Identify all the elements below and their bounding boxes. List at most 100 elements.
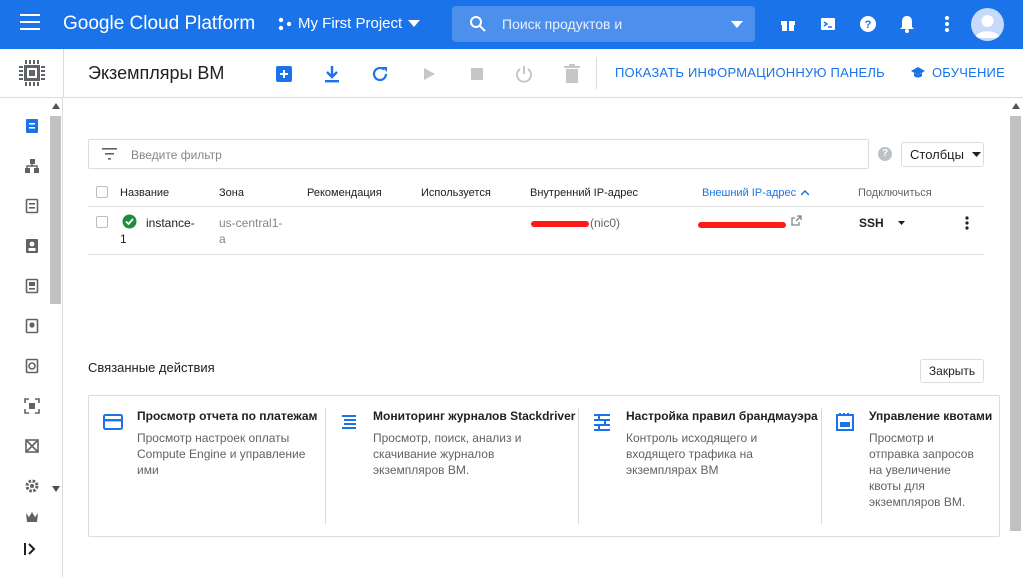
refresh-icon[interactable]	[369, 63, 391, 85]
header-recommendation[interactable]: Рекомендация	[307, 187, 382, 199]
main-scroll-thumb[interactable]	[1010, 116, 1021, 531]
create-instance-icon[interactable]	[273, 63, 295, 85]
expand-sidebar-icon[interactable]	[24, 542, 38, 560]
learn-button[interactable]: ОБУЧЕНИЕ	[910, 65, 1005, 80]
filter-input[interactable]	[131, 146, 631, 164]
left-nav	[0, 98, 63, 577]
app-title[interactable]: Google Cloud Platform	[63, 13, 255, 35]
instance-name-link-cont[interactable]: 1	[120, 231, 127, 247]
stop-icon[interactable]	[466, 63, 488, 85]
header-in-use[interactable]: Используется	[421, 187, 491, 199]
header-zone[interactable]: Зона	[219, 187, 244, 199]
internal-ip-redaction	[531, 221, 589, 227]
ssh-options-chevron-icon[interactable]	[898, 221, 905, 226]
sidebar-item-tpus[interactable]	[22, 436, 42, 456]
learn-label: ОБУЧЕНИЕ	[932, 65, 1005, 80]
header-internal-ip[interactable]: Внутренний IP-адрес	[530, 187, 638, 199]
sidebar-item-settings[interactable]	[22, 476, 42, 496]
search-bar[interactable]	[452, 6, 755, 42]
svg-text:?: ?	[865, 19, 872, 31]
sidebar-divider	[63, 49, 64, 98]
filter-help-icon[interactable]: ?	[878, 147, 892, 161]
related-actions-panel: Просмотр отчета по платежам Просмотр нас…	[88, 395, 1000, 537]
images-icon	[24, 398, 40, 414]
import-vm-icon[interactable]	[321, 63, 343, 85]
card-title[interactable]: Мониторинг журналов Stackdriver	[373, 409, 575, 423]
snapshot-icon	[25, 358, 39, 374]
sidebar-item-marketplace[interactable]	[22, 512, 42, 524]
hamburger-menu-icon[interactable]	[20, 14, 42, 34]
instance-zone: us-central1-	[219, 216, 283, 230]
search-input[interactable]	[502, 14, 702, 34]
scroll-down-icon	[52, 486, 60, 492]
header-name[interactable]: Название	[120, 187, 169, 199]
columns-button[interactable]: Столбцы	[901, 142, 984, 167]
sort-ascending-icon	[801, 190, 810, 196]
filter-bar[interactable]	[88, 139, 869, 169]
select-all-checkbox[interactable]	[96, 186, 108, 198]
scroll-up-icon	[1012, 103, 1020, 109]
top-bar: Google Cloud Platform My First Project ?	[0, 0, 1023, 49]
card-billing-report[interactable]: Просмотр отчета по платежам Просмотр нас…	[89, 396, 325, 536]
sidebar-scroll-thumb[interactable]	[50, 116, 61, 304]
row-more-vert-icon[interactable]	[965, 216, 969, 230]
sidebar-item-vm-instances[interactable]	[22, 116, 42, 136]
more-vert-icon[interactable]	[937, 14, 957, 34]
card-desc-line: экземпляров ВМ.	[869, 495, 966, 509]
internal-ip-nic: (nic0)	[590, 216, 621, 230]
external-ip-redaction	[698, 222, 786, 228]
sole-tenant-icon	[26, 239, 38, 253]
sidebar-item-snapshots[interactable]	[22, 356, 42, 376]
card-quotas[interactable]: Управление квотами Просмотр и отправка з…	[821, 396, 999, 536]
reset-power-icon[interactable]	[513, 63, 535, 85]
toolbar: Экземпляры ВМ ПОКАЗАТЬ ИНФОРМАЦИОННУЮ ПА…	[0, 49, 1023, 98]
project-selector[interactable]: My First Project	[278, 15, 421, 32]
main-scrollbar[interactable]	[1008, 98, 1023, 577]
avatar[interactable]	[971, 8, 1004, 41]
close-related-button[interactable]: Закрыть	[920, 359, 984, 383]
search-dropdown-icon[interactable]	[731, 21, 743, 28]
card-desc-line: Compute Engine и управление	[137, 447, 306, 461]
card-desc-line: экземплярах ВМ	[626, 463, 719, 477]
card-title[interactable]: Просмотр отчета по платежам	[137, 409, 317, 423]
gift-icon[interactable]	[778, 14, 798, 34]
credit-card-icon	[103, 414, 123, 430]
card-stackdriver-logs[interactable]: Мониторинг журналов Stackdriver Просмотр…	[325, 396, 578, 536]
firewall-icon	[594, 414, 610, 431]
sidebar-item-instance-groups[interactable]	[22, 156, 42, 176]
show-dashboard-button[interactable]: ПОКАЗАТЬ ИНФОРМАЦИОННУЮ ПАНЕЛЬ	[615, 65, 885, 80]
card-desc-line: входящего трафика на	[626, 447, 753, 461]
row-checkbox[interactable]	[96, 216, 108, 228]
card-firewall-rules[interactable]: Настройка правил брандмауэра Контроль ис…	[578, 396, 821, 536]
instance-name-link[interactable]: instance-	[146, 215, 195, 231]
instance-groups-icon	[25, 159, 39, 173]
cloud-shell-icon[interactable]	[818, 14, 838, 34]
logs-list-icon	[342, 415, 356, 429]
search-icon	[470, 16, 486, 32]
sidebar-item-images[interactable]	[22, 396, 42, 416]
card-desc-line: Контроль исходящего и	[626, 431, 758, 445]
delete-icon[interactable]	[561, 63, 583, 85]
tpu-icon	[25, 439, 39, 453]
project-name: My First Project	[298, 15, 403, 32]
template-icon	[25, 198, 39, 214]
header-external-ip[interactable]: Внешний IP-адрес	[702, 187, 810, 199]
card-desc-line: ими	[137, 463, 159, 477]
sidebar-item-sole-tenant-nodes[interactable]	[22, 236, 42, 256]
notifications-bell-icon[interactable]	[897, 14, 917, 34]
card-desc-line: Просмотр и	[869, 431, 934, 445]
sidebar-item-instance-templates[interactable]	[22, 196, 42, 216]
card-title[interactable]: Настройка правил брандмауэра	[626, 409, 818, 423]
start-icon[interactable]	[418, 63, 440, 85]
open-in-new-icon[interactable]	[791, 215, 802, 226]
card-title[interactable]: Управление квотами	[869, 409, 992, 423]
page-title: Экземпляры ВМ	[88, 63, 225, 83]
sidebar-scrollbar[interactable]	[49, 98, 63, 498]
table-row[interactable]: instance- 1 us-central1- a (nic0) SSH	[88, 207, 984, 255]
school-icon	[911, 66, 925, 77]
help-icon[interactable]: ?	[858, 14, 878, 34]
sidebar-item-machine-images[interactable]	[22, 276, 42, 296]
card-description: Просмотр настроек оплаты Compute Engine …	[137, 430, 305, 478]
sidebar-item-disks[interactable]	[22, 316, 42, 336]
ssh-button[interactable]: SSH	[859, 215, 884, 231]
